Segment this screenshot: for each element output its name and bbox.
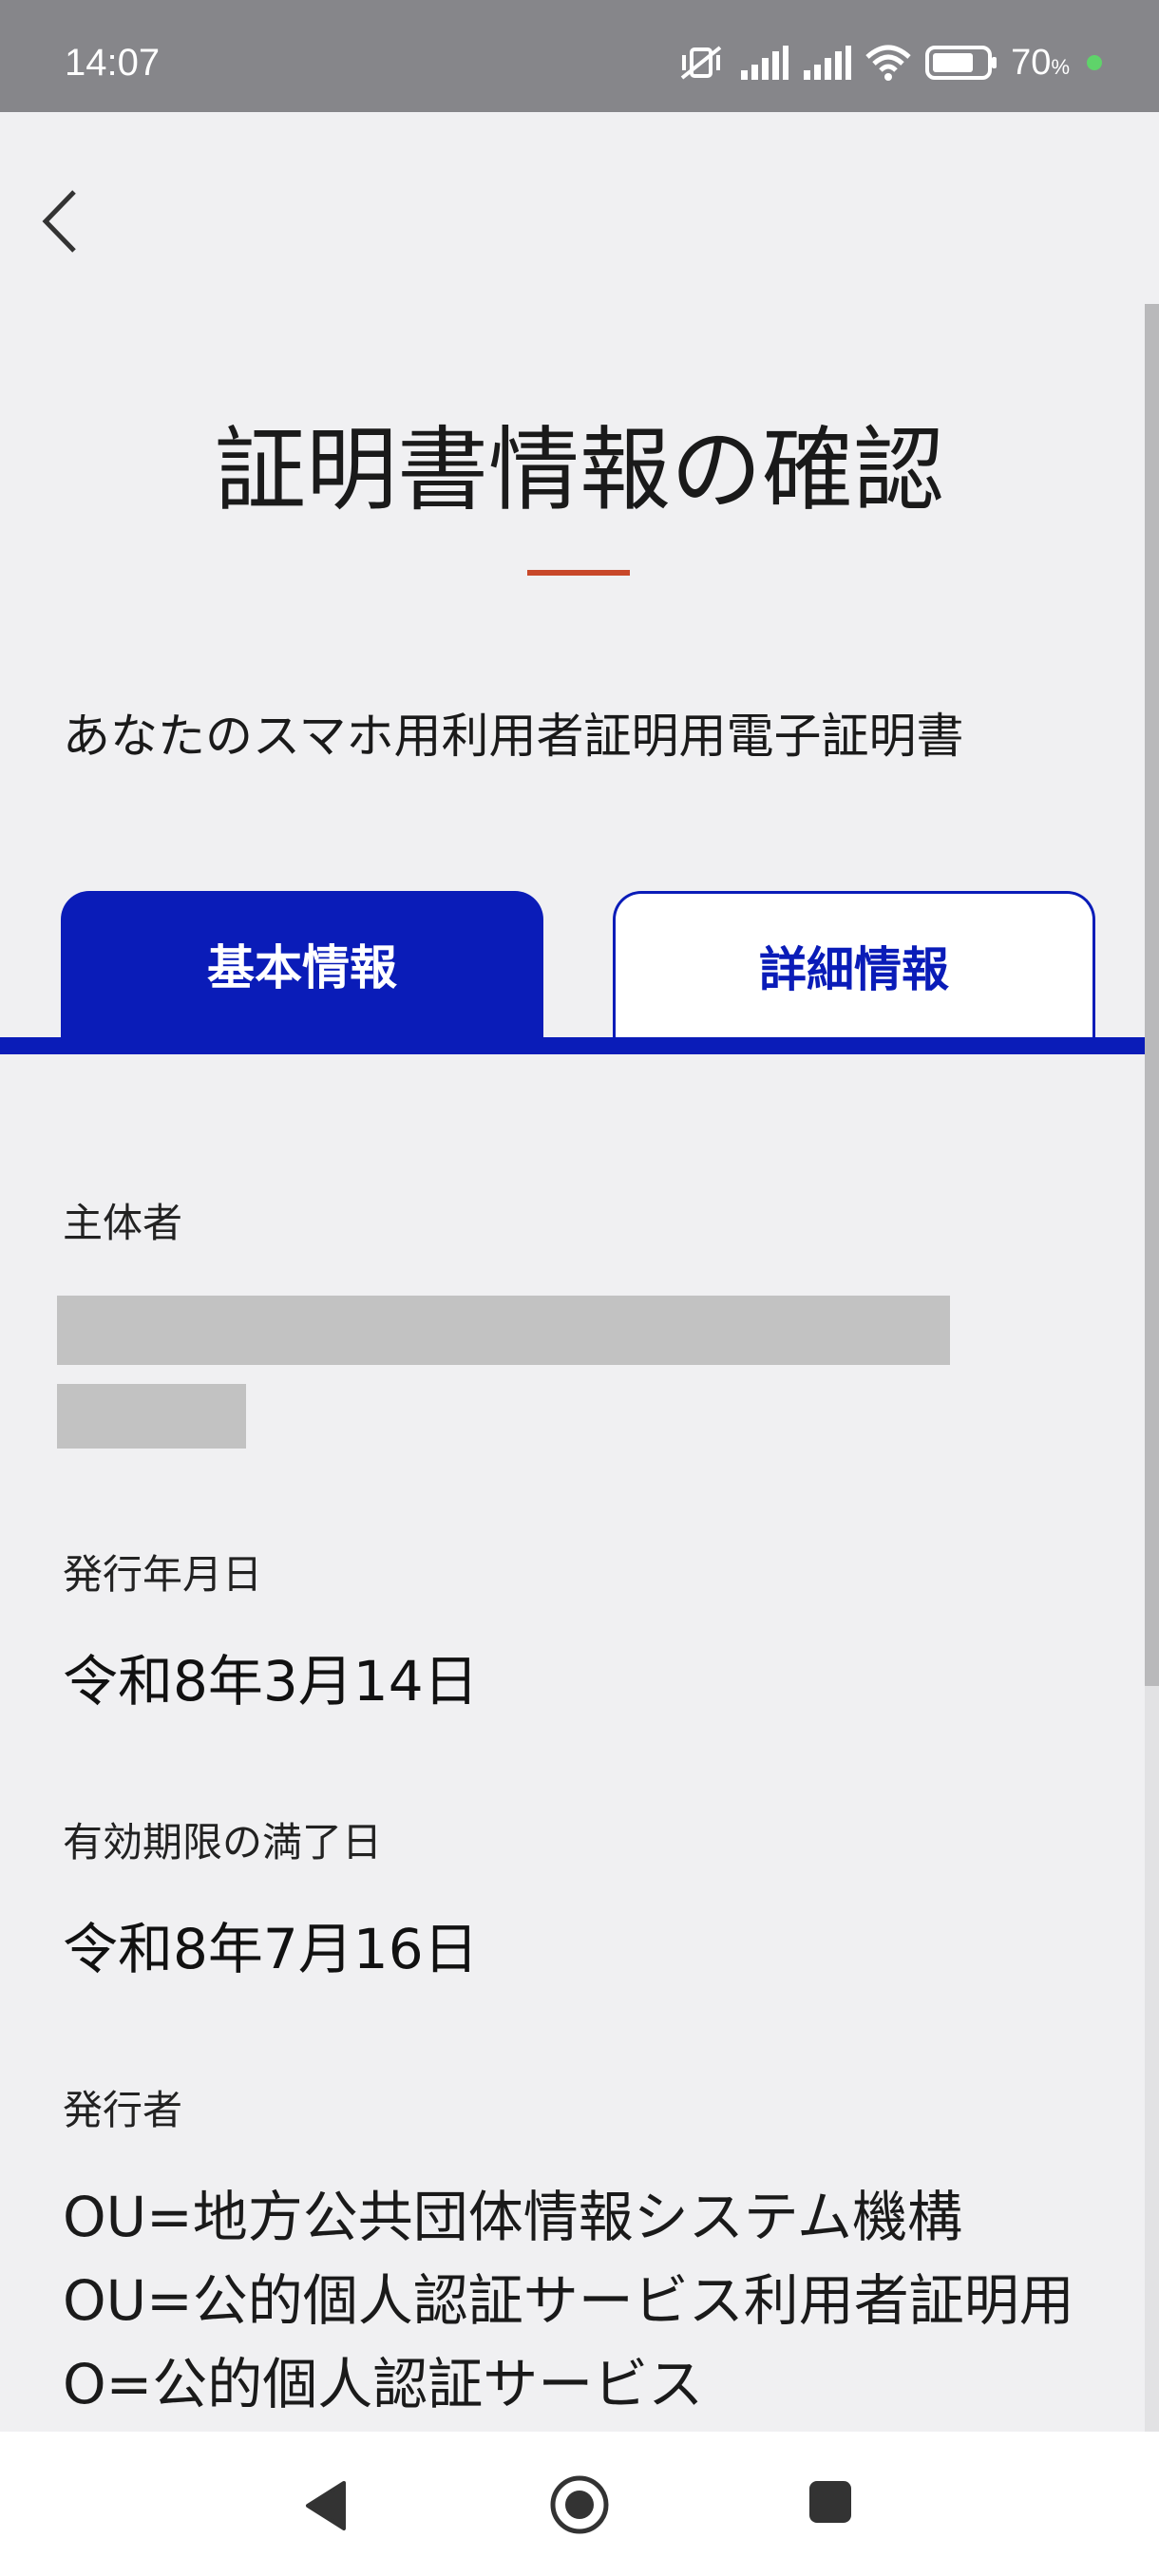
chevron-left-icon	[42, 190, 76, 253]
issuer-line: OU=地方公共団体情報システム機構	[63, 2185, 962, 2249]
navigation-bar	[0, 2432, 1159, 2576]
signal-icon	[741, 46, 789, 80]
scrollbar-thumb[interactable]	[1145, 304, 1159, 1686]
tab-detail-info[interactable]: 詳細情報	[613, 891, 1095, 1037]
issue-date-label: 発行年月日	[63, 1551, 263, 1598]
charging-dot-icon	[1087, 55, 1102, 70]
recents-square-icon[interactable]	[808, 2479, 853, 2525]
title-accent-line	[527, 570, 630, 576]
status-time: 14:07	[65, 42, 161, 84]
wifi-icon	[865, 45, 911, 81]
signal-icon	[804, 46, 852, 80]
certificate-subtitle: あなたのスマホ用利用者証明用電子証明書	[63, 709, 964, 764]
home-circle-icon[interactable]	[548, 2473, 611, 2536]
issuer-line: O=公的個人認証サービス	[63, 2352, 704, 2416]
issuer-label: 発行者	[63, 2087, 183, 2133]
status-bar: 14:07 70%	[0, 0, 1159, 112]
tab-basic-info[interactable]: 基本情報	[61, 891, 543, 1037]
subject-label: 主体者	[63, 1200, 183, 1246]
status-icons: 70%	[676, 42, 1102, 83]
back-button[interactable]	[36, 186, 84, 256]
battery-icon	[925, 46, 998, 80]
issue-date-value: 令和8年3月14日	[63, 1649, 479, 1714]
subject-redacted-line-2	[57, 1384, 246, 1449]
expiry-label: 有効期限の満了日	[63, 1819, 383, 1866]
back-triangle-icon[interactable]	[302, 2479, 350, 2532]
tab-underline	[0, 1037, 1159, 1054]
issuer-line: OU=公的個人認証サービス利用者証明用	[63, 2268, 1074, 2333]
subject-redacted-line-1	[57, 1296, 950, 1365]
mute-vibrate-icon	[680, 46, 722, 80]
page-title: 証明書情報の確認	[215, 417, 944, 523]
issuer-value: OU=地方公共団体情報システム機構 OU=公的個人認証サービス利用者証明用 O=…	[63, 2175, 1074, 2426]
expiry-date-value: 令和8年7月16日	[63, 1917, 479, 1981]
battery-percentage: 70%	[1011, 42, 1070, 83]
